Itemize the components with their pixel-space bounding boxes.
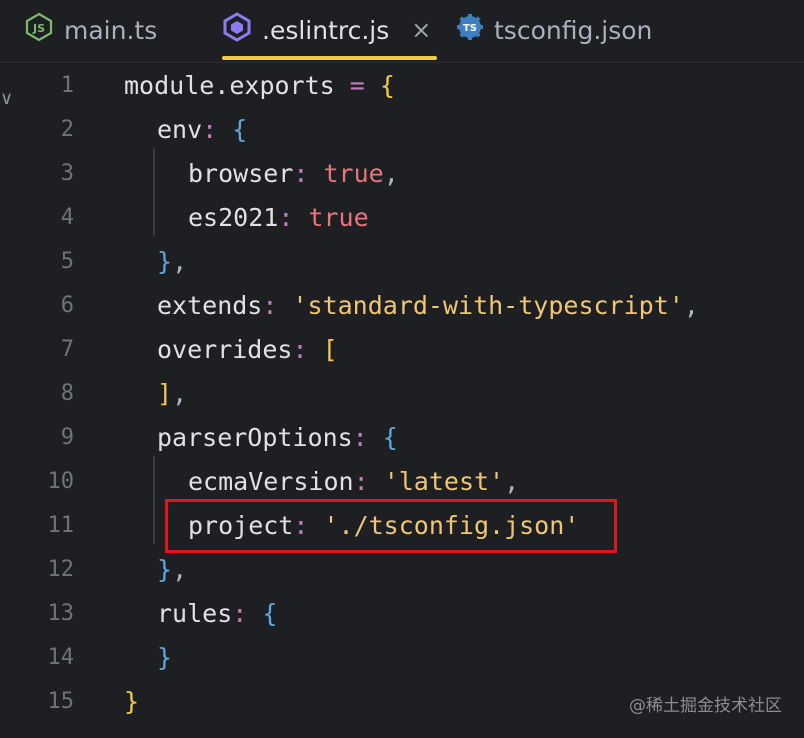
line-number: 3 — [60, 161, 74, 186]
code-text: }, — [157, 247, 188, 276]
line-number: 14 — [47, 645, 75, 670]
tab-label: .eslintrc.js — [262, 15, 390, 45]
code-text: } — [124, 687, 140, 716]
code-line: 3 browser: true, — [0, 152, 804, 196]
tab-main-ts[interactable]: JS main.ts — [24, 0, 157, 60]
code-text: browser: true, — [188, 159, 399, 188]
code-text: }, — [157, 555, 188, 584]
line-number: 4 — [60, 205, 74, 230]
code-line: 14 } — [0, 636, 804, 680]
line-number: 5 — [60, 249, 74, 274]
line-number: 10 — [47, 469, 75, 494]
code-line: 6 extends: 'standard-with-typescript', — [0, 284, 804, 328]
code-line: 2 env: { — [0, 108, 804, 152]
line-number: 12 — [47, 557, 75, 582]
code-text: overrides: [ — [157, 335, 338, 364]
line-number: 1 — [60, 73, 74, 98]
code-text: ], — [157, 379, 188, 408]
tab-label: main.ts — [64, 15, 158, 45]
code-text: module.exports = { — [124, 71, 395, 100]
eslint-icon — [222, 12, 252, 48]
code-line: 5 }, — [0, 240, 804, 284]
tsconfig-icon: TS — [456, 13, 484, 47]
code-line: 13 rules: { — [0, 592, 804, 636]
code-text: rules: { — [157, 599, 278, 628]
code-line: 10 ecmaVersion: 'latest', — [0, 460, 804, 504]
line-number: 15 — [47, 689, 75, 714]
tab-label: tsconfig.json — [494, 15, 653, 45]
editor-tab-bar: JS main.ts .eslintrc.js × TS tsconfig.js… — [0, 0, 804, 63]
code-line: 8 ], — [0, 372, 804, 416]
watermark: @稀土掘金技术社区 — [629, 696, 782, 716]
svg-text:JS: JS — [32, 22, 45, 35]
line-number: 2 — [60, 117, 74, 142]
code-line: 7 overrides: [ — [0, 328, 804, 372]
code-text: extends: 'standard-with-typescript', — [157, 291, 699, 320]
tab-tsconfig[interactable]: TS tsconfig.json — [456, 0, 652, 60]
code-text: es2021: true — [188, 203, 369, 232]
tab-eslintrc[interactable]: .eslintrc.js × — [222, 0, 438, 60]
line-number: 6 — [60, 293, 74, 318]
line-number: 7 — [60, 337, 74, 362]
line-number: 9 — [60, 425, 74, 450]
code-line: 12 }, — [0, 548, 804, 592]
code-line: 4 es2021: true — [0, 196, 804, 240]
line-number: 13 — [47, 601, 75, 626]
svg-text:TS: TS — [463, 23, 477, 34]
nodejs-icon: JS — [24, 12, 54, 48]
code-text: } — [157, 643, 173, 672]
line-number: 8 — [60, 381, 74, 406]
code-text: parserOptions: { — [157, 423, 398, 452]
highlight-box — [165, 499, 617, 553]
code-line: 1 module.exports = { — [0, 64, 804, 108]
code-editor[interactable]: 1 module.exports = { 2 env: { 3 browser:… — [0, 64, 804, 738]
line-number: 11 — [47, 513, 75, 538]
code-text: ecmaVersion: 'latest', — [188, 467, 520, 496]
code-line: 9 parserOptions: { — [0, 416, 804, 460]
code-text: env: { — [157, 115, 248, 144]
close-icon[interactable]: × — [411, 16, 431, 44]
